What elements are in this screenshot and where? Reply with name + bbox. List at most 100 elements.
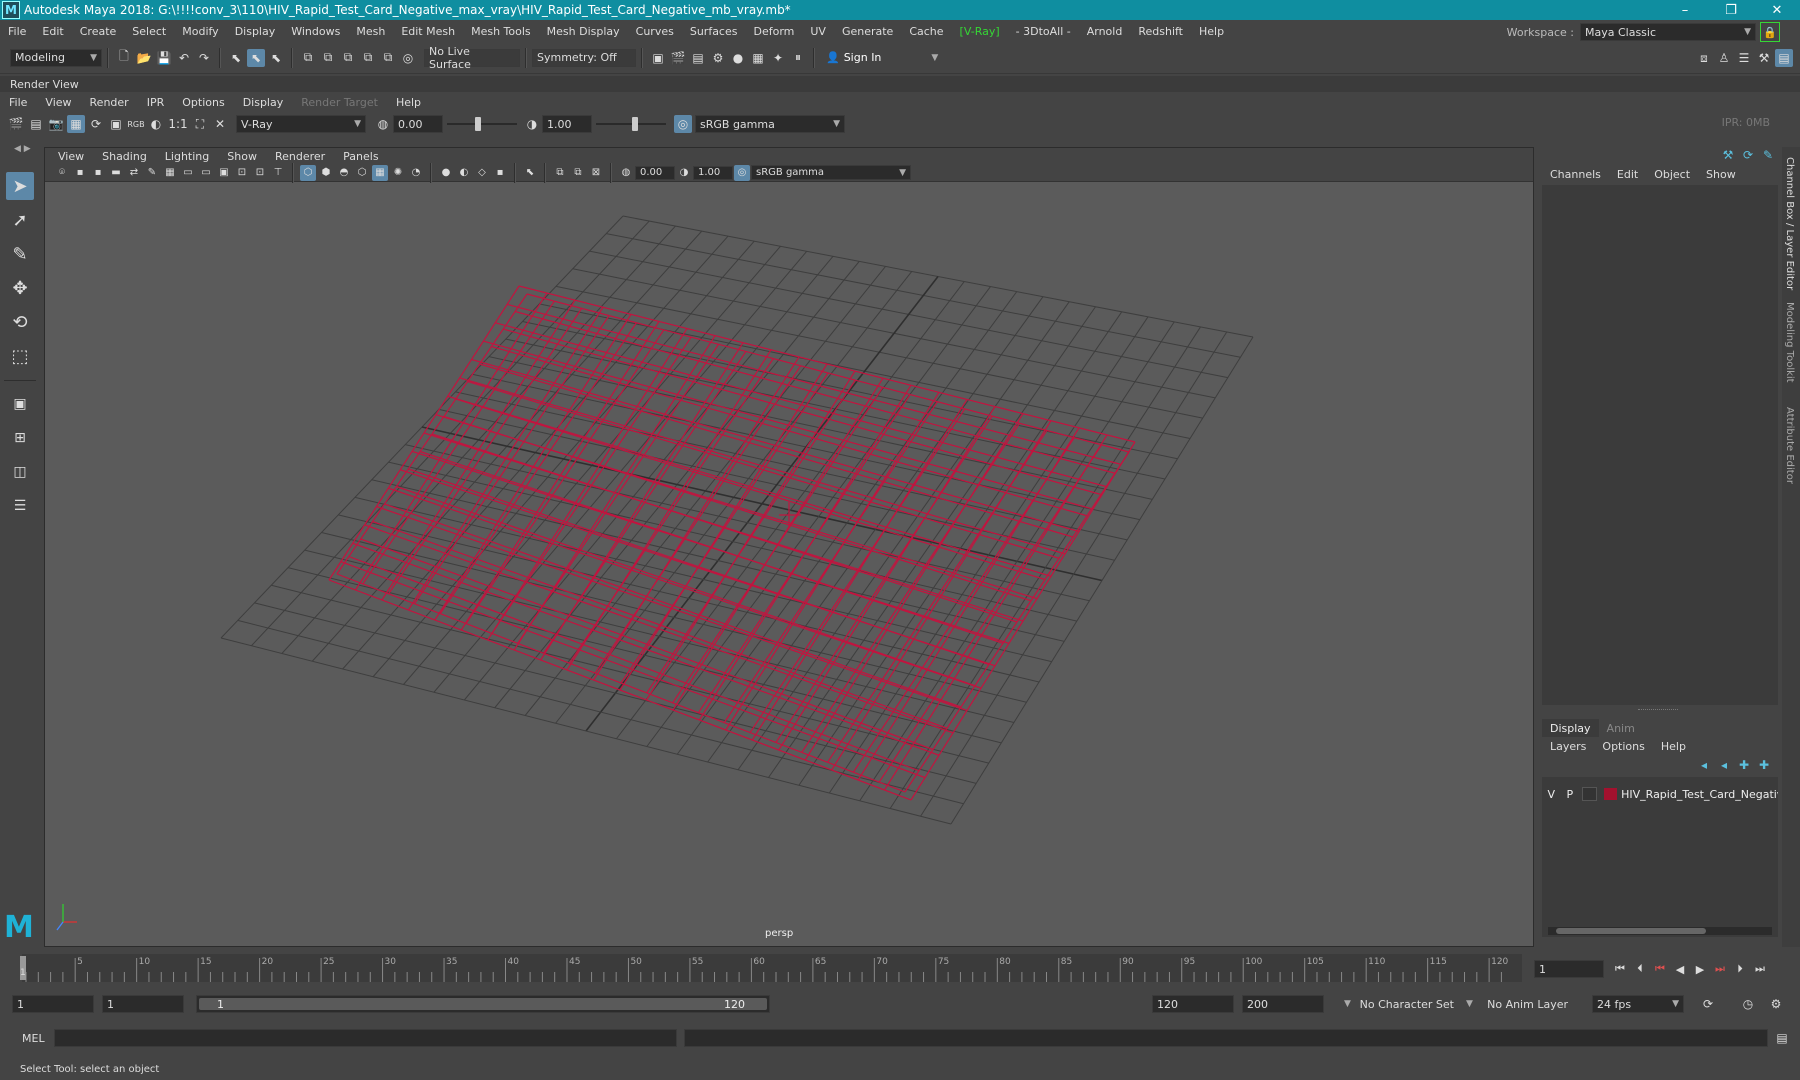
outliner-layout-icon[interactable]: ☰	[6, 492, 34, 520]
rotate-tool-icon[interactable]: ⟲	[6, 308, 34, 336]
close-button[interactable]: ✕	[1754, 0, 1800, 20]
safe-action-icon[interactable]: ⊡	[252, 165, 268, 181]
four-view-layout-icon[interactable]: ⊞	[6, 424, 34, 452]
symmetry-dropdown[interactable]: Symmetry: Off	[532, 48, 636, 67]
side-tab-attribute-editor[interactable]: Attribute Editor	[1784, 407, 1795, 484]
cb-menu-show[interactable]: Show	[1698, 168, 1744, 181]
layer-display-type[interactable]	[1582, 787, 1598, 801]
side-tab-channel-box[interactable]: Channel Box / Layer Editor	[1784, 157, 1795, 290]
current-frame-field[interactable]: 1	[1534, 960, 1604, 978]
camera-attributes-icon[interactable]: ▪	[72, 165, 88, 181]
snap-point-icon[interactable]: ⧉	[339, 49, 357, 67]
motion-blur-icon[interactable]: ◐	[456, 165, 472, 181]
time-ruler[interactable]: 5 10 15 20 25 30 35 40 45 50 55 60 65 70 75 80 85 90 95 100…	[22, 954, 1522, 982]
safe-title-icon[interactable]: ⊤	[270, 165, 286, 181]
play-forwards-icon[interactable]: ▶	[1690, 963, 1710, 976]
move-tool-icon[interactable]: ✥	[6, 274, 34, 302]
channel-box-tool-icon[interactable]: ⚒	[1719, 146, 1737, 164]
select-by-hierarchy-icon[interactable]: ⬉	[227, 49, 245, 67]
rv-menu-options[interactable]: Options	[173, 96, 233, 109]
bookmarks-icon[interactable]: ▪	[90, 165, 106, 181]
rgb-channels-icon[interactable]: RGB	[127, 115, 145, 133]
film-gate-icon[interactable]: ▭	[180, 165, 196, 181]
layer-row[interactable]: V P HIV_Rapid_Test_Card_Negative	[1542, 785, 1778, 803]
hud-icon[interactable]: ⊠	[588, 165, 604, 181]
auto-key-icon[interactable]: ◷	[1739, 995, 1757, 1013]
rv-menu-ipr[interactable]: IPR	[138, 96, 174, 109]
vp-gamma-icon[interactable]: ◑	[676, 165, 692, 181]
snap-view-plane-icon[interactable]: ⧉	[379, 49, 397, 67]
snap-grid-icon[interactable]: ⧉	[299, 49, 317, 67]
ipr-render-icon[interactable]: ▤	[689, 49, 707, 67]
select-camera-icon[interactable]: ⌾	[54, 165, 70, 181]
scale-tool-icon[interactable]: ⬚	[6, 342, 34, 370]
vp-gamma-field[interactable]: 1.00	[693, 165, 733, 180]
menu-3dtoall[interactable]: - 3DtoAll -	[1008, 25, 1079, 38]
resolution-gate-icon[interactable]: ▭	[198, 165, 214, 181]
perspective-viewport[interactable]: View Shading Lighting Show Renderer Pane…	[44, 147, 1534, 947]
side-tab-modeling-toolkit[interactable]: Modeling Toolkit	[1784, 302, 1795, 383]
layer-menu-options[interactable]: Options	[1594, 740, 1652, 753]
exposure-field[interactable]: 0.00	[393, 115, 443, 133]
image-plane-icon[interactable]: ▬	[108, 165, 124, 181]
character-set-dropdown[interactable]: ▼ No Character Set	[1340, 995, 1458, 1013]
select-tool-icon[interactable]: ➤	[6, 172, 34, 200]
2d-pan-zoom-icon[interactable]: ⇄	[126, 165, 142, 181]
fps-dropdown[interactable]: 24 fps ▼	[1592, 995, 1684, 1013]
rv-menu-help[interactable]: Help	[387, 96, 430, 109]
grid-toggle-icon[interactable]: ▦	[162, 165, 178, 181]
animation-preferences-icon[interactable]: ⚙	[1767, 995, 1785, 1013]
menu-uv[interactable]: UV	[802, 25, 834, 38]
render-settings-icon[interactable]: ⚙	[709, 49, 727, 67]
light-editor-icon[interactable]: ✦	[769, 49, 787, 67]
save-scene-icon[interactable]: 💾	[155, 49, 173, 67]
vp-exposure-icon[interactable]: ◍	[618, 165, 634, 181]
channel-box-pin-icon[interactable]: ✎	[1759, 146, 1777, 164]
range-slider-handle[interactable]	[199, 998, 767, 1010]
xray-active-components-icon[interactable]: ⧉	[552, 165, 568, 181]
display-real-size-icon[interactable]: ⛶	[191, 115, 209, 133]
menu-windows[interactable]: Windows	[283, 25, 348, 38]
script-editor-icon[interactable]: ▤	[1773, 1029, 1791, 1047]
open-scene-icon[interactable]: 📂	[135, 49, 153, 67]
render-region-icon[interactable]: ▤	[27, 115, 45, 133]
snap-curve-icon[interactable]: ⧉	[319, 49, 337, 67]
viewport-canvas[interactable]	[45, 182, 1533, 946]
gamma-icon[interactable]: ◑	[523, 115, 541, 133]
menu-vray[interactable]: [V-Ray]	[952, 25, 1008, 38]
isolate-select-icon[interactable]: ⬉	[522, 165, 538, 181]
tool-settings-icon[interactable]: ⚒	[1755, 49, 1773, 67]
menu-select[interactable]: Select	[124, 25, 174, 38]
layer-list-scrollbar[interactable]	[1548, 927, 1772, 935]
single-perspective-layout-icon[interactable]: ▣	[6, 390, 34, 418]
new-scene-icon[interactable]: 🗋	[115, 49, 133, 67]
gamma-slider[interactable]	[596, 115, 666, 133]
redo-icon[interactable]: ↷	[195, 49, 213, 67]
gamma-field[interactable]: 1.00	[542, 115, 592, 133]
workspace-dropdown[interactable]: Maya Classic ▼	[1580, 23, 1756, 41]
rv-menu-file[interactable]: File	[0, 96, 36, 109]
move-layer-down-icon[interactable]: ◂	[1715, 756, 1733, 774]
menu-cache[interactable]: Cache	[901, 25, 951, 38]
make-live-icon[interactable]: ◎	[399, 49, 417, 67]
menu-generate[interactable]: Generate	[834, 25, 901, 38]
step-forward-frame-icon[interactable]: ⏵	[1730, 962, 1750, 976]
select-by-component-icon[interactable]: ⬉	[267, 49, 285, 67]
restore-button[interactable]: ❐	[1708, 0, 1754, 20]
channel-box-body[interactable]	[1542, 185, 1778, 705]
animation-start-field[interactable]: 1	[12, 995, 94, 1013]
pause-viewport-icon[interactable]: ⏸	[789, 49, 807, 67]
channel-box-sync-icon[interactable]: ⟳	[1739, 146, 1757, 164]
move-layer-up-icon[interactable]: ◂	[1695, 756, 1713, 774]
new-empty-layer-icon[interactable]: ✚	[1735, 756, 1753, 774]
cb-menu-channels[interactable]: Channels	[1542, 168, 1609, 181]
vp-menu-view[interactable]: View	[49, 150, 93, 163]
menu-edit-mesh[interactable]: Edit Mesh	[393, 25, 463, 38]
remove-image-icon[interactable]: ✕	[211, 115, 229, 133]
splitter-handle[interactable]	[1638, 709, 1678, 711]
playback-end-field[interactable]: 120	[1152, 995, 1234, 1013]
render-frame-icon[interactable]: 🎬	[669, 49, 687, 67]
collapse-arrow-icon[interactable]: ◀ ▶	[14, 144, 31, 154]
menu-modify[interactable]: Modify	[174, 25, 226, 38]
new-layer-from-selection-icon[interactable]: ✚	[1755, 756, 1773, 774]
